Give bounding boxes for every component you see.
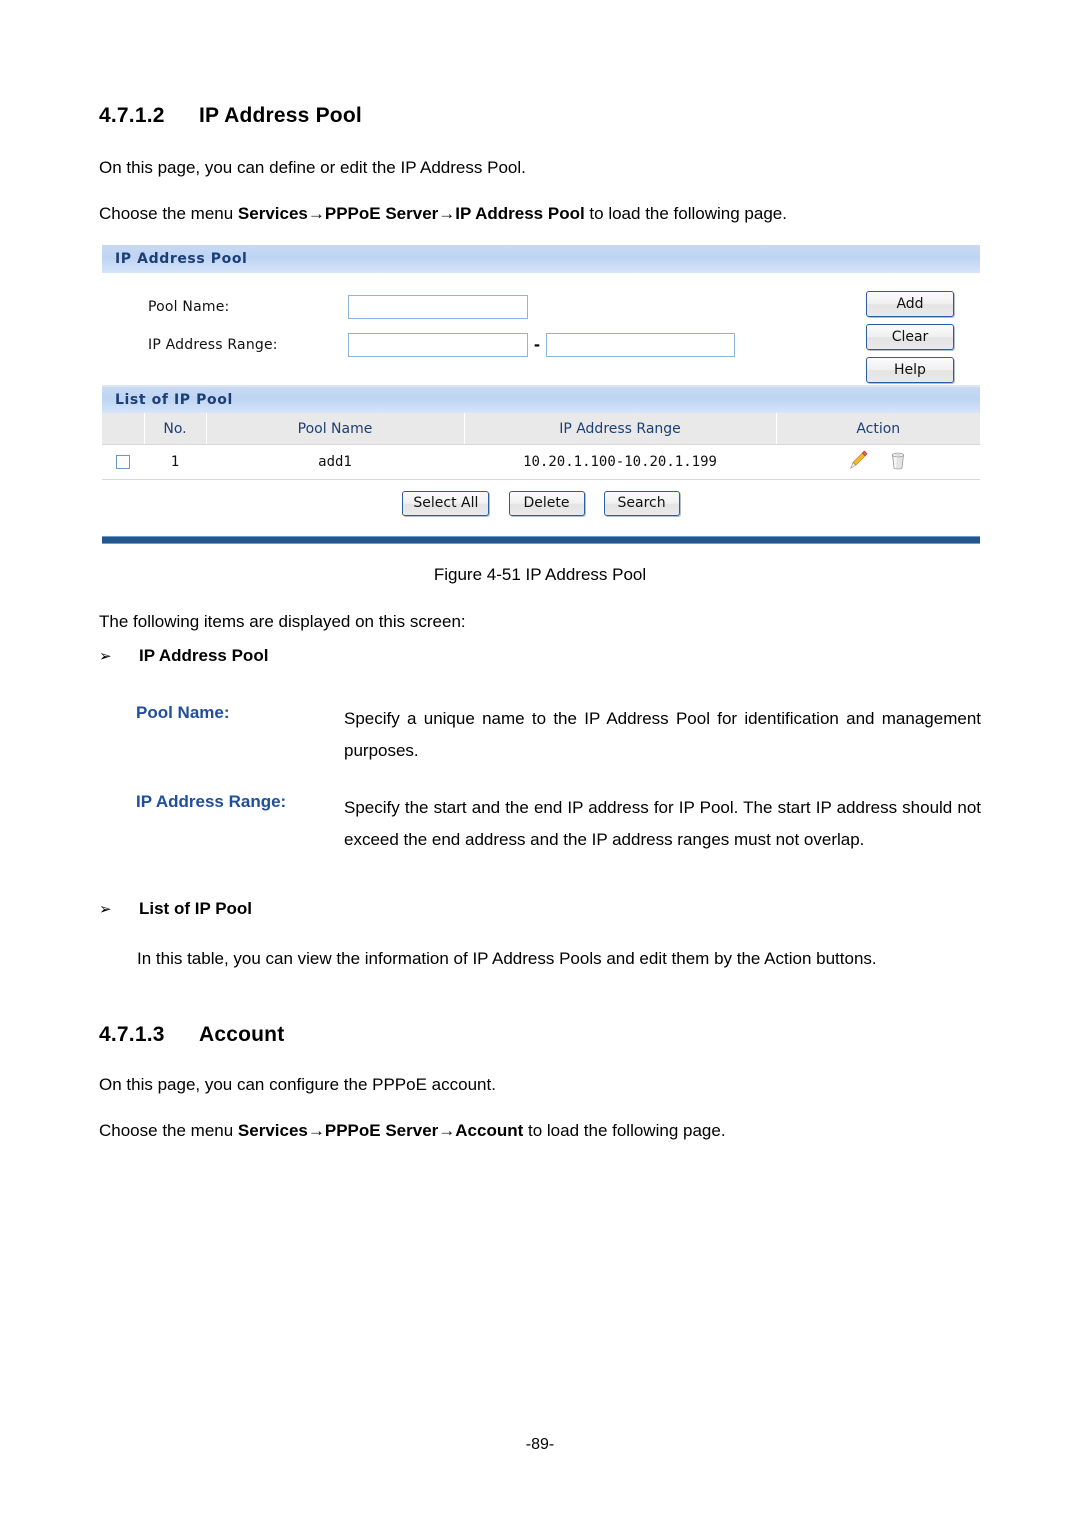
bullet-list-of-ip-pool: ➢ List of IP Pool <box>99 899 252 919</box>
bullet-arrow-icon-2: ➢ <box>99 901 112 918</box>
row-select-cell <box>102 444 144 480</box>
range-separator: - <box>533 336 541 354</box>
bullet-label-2: List of IP Pool <box>139 899 253 918</box>
table-row: 1 add1 10.20.1.100-10.20.1.199 <box>102 444 980 480</box>
row-checkbox[interactable] <box>116 455 130 469</box>
search-button[interactable]: Search <box>603 491 680 516</box>
section-number: 4.7.1.2 <box>99 104 165 127</box>
term-ip-address-range-text: Specify the start and the end IP address… <box>344 798 981 849</box>
term-ip-address-range-label: IP Address Range: <box>136 792 287 811</box>
panel-footer-divider <box>102 536 980 544</box>
table-header-no: No. <box>144 413 207 445</box>
ip-range-start-input[interactable] <box>348 333 528 357</box>
delete-icon[interactable] <box>887 449 909 475</box>
bullet-label: IP Address Pool <box>139 646 269 665</box>
bullet-arrow-icon: ➢ <box>99 648 112 665</box>
term-pool-name-label: Pool Name: <box>136 703 230 722</box>
page-number: -89- <box>525 1436 555 1453</box>
ip-address-range-row: IP Address Range: - <box>148 333 735 357</box>
ip-range-end-input[interactable] <box>546 333 735 357</box>
list-header-label: List of IP Pool <box>115 392 233 408</box>
table-header-action: Action <box>776 413 980 445</box>
help-button[interactable]: Help <box>866 357 954 383</box>
table-header-ip-address-range: IP Address Range <box>464 413 777 445</box>
ip-pool-table: No. Pool Name IP Address Range Action 1 … <box>102 413 980 480</box>
ip-address-range-label: IP Address Range: <box>148 337 278 353</box>
section-title-2: Account <box>199 1023 285 1046</box>
table-header-select <box>102 413 145 445</box>
pool-name-label: Pool Name: <box>148 299 230 315</box>
section-heading-4712: 4.7.1.2 IP Address Pool <box>99 104 362 128</box>
menu-path-paragraph-1: Choose the menu Services→PPPoE Server→IP… <box>99 198 989 230</box>
list-of-ip-pool-description: In this table, you can view the informat… <box>137 949 877 968</box>
term-pool-name-text: Specify a unique name to the IP Address … <box>344 709 981 760</box>
table-header-pool-name: Pool Name <box>206 413 465 445</box>
section-number-2: 4.7.1.3 <box>99 1023 165 1046</box>
row-no: 1 <box>144 444 206 480</box>
table-action-bar: Select All Delete Search <box>102 480 980 530</box>
table-header-row: No. Pool Name IP Address Range Action <box>102 413 980 445</box>
section-title: IP Address Pool <box>199 104 362 127</box>
row-pool-name: add1 <box>206 444 464 480</box>
menu-path-text: Services→PPPoE Server→IP Address Pool <box>237 204 585 223</box>
document-page: 4.7.1.2 IP Address Pool On this page, you… <box>0 0 1080 1527</box>
menu-path-text-2: Services→PPPoE Server→Account <box>237 1121 524 1140</box>
select-all-button[interactable]: Select All <box>402 491 490 516</box>
menu-path-paragraph-2: Choose the menu Services→PPPoE Server→Ac… <box>99 1115 989 1147</box>
pool-name-input[interactable] <box>348 295 528 319</box>
row-ip-range: 10.20.1.100-10.20.1.199 <box>464 444 776 480</box>
delete-button[interactable]: Delete <box>508 491 585 516</box>
pool-name-row: Pool Name: <box>148 295 528 319</box>
panel-header-ip-address-pool: IP Address Pool <box>102 245 980 273</box>
edit-icon[interactable] <box>847 449 869 475</box>
items-intro-paragraph: The following items are displayed on thi… <box>99 612 466 631</box>
panel-header-label: IP Address Pool <box>115 251 248 267</box>
clear-button[interactable]: Clear <box>866 324 954 350</box>
menu-suffix-text: to load the following page. <box>584 204 787 223</box>
figure-caption: Figure 4-51 IP Address Pool <box>433 565 647 584</box>
section-heading-4713: 4.7.1.3 Account <box>99 1023 284 1047</box>
row-action-cell <box>776 444 980 480</box>
ip-address-pool-form: Pool Name: IP Address Range: - Add Clear… <box>102 273 980 387</box>
ip-address-pool-screenshot: IP Address Pool Pool Name: IP Address Ra… <box>102 245 980 544</box>
add-button[interactable]: Add <box>866 291 954 317</box>
section-intro-paragraph: On this page, you can define or edit the… <box>99 158 526 177</box>
bullet-ip-address-pool: ➢ IP Address Pool <box>99 646 268 666</box>
panel-header-list-of-ip-pool: List of IP Pool <box>102 387 980 413</box>
menu-suffix-text-2: to load the following page. <box>523 1121 726 1140</box>
section-2-intro-paragraph: On this page, you can configure the PPPo… <box>99 1075 496 1094</box>
menu-prefix-text-2: Choose the menu <box>99 1121 238 1140</box>
menu-prefix-text: Choose the menu <box>99 204 238 223</box>
